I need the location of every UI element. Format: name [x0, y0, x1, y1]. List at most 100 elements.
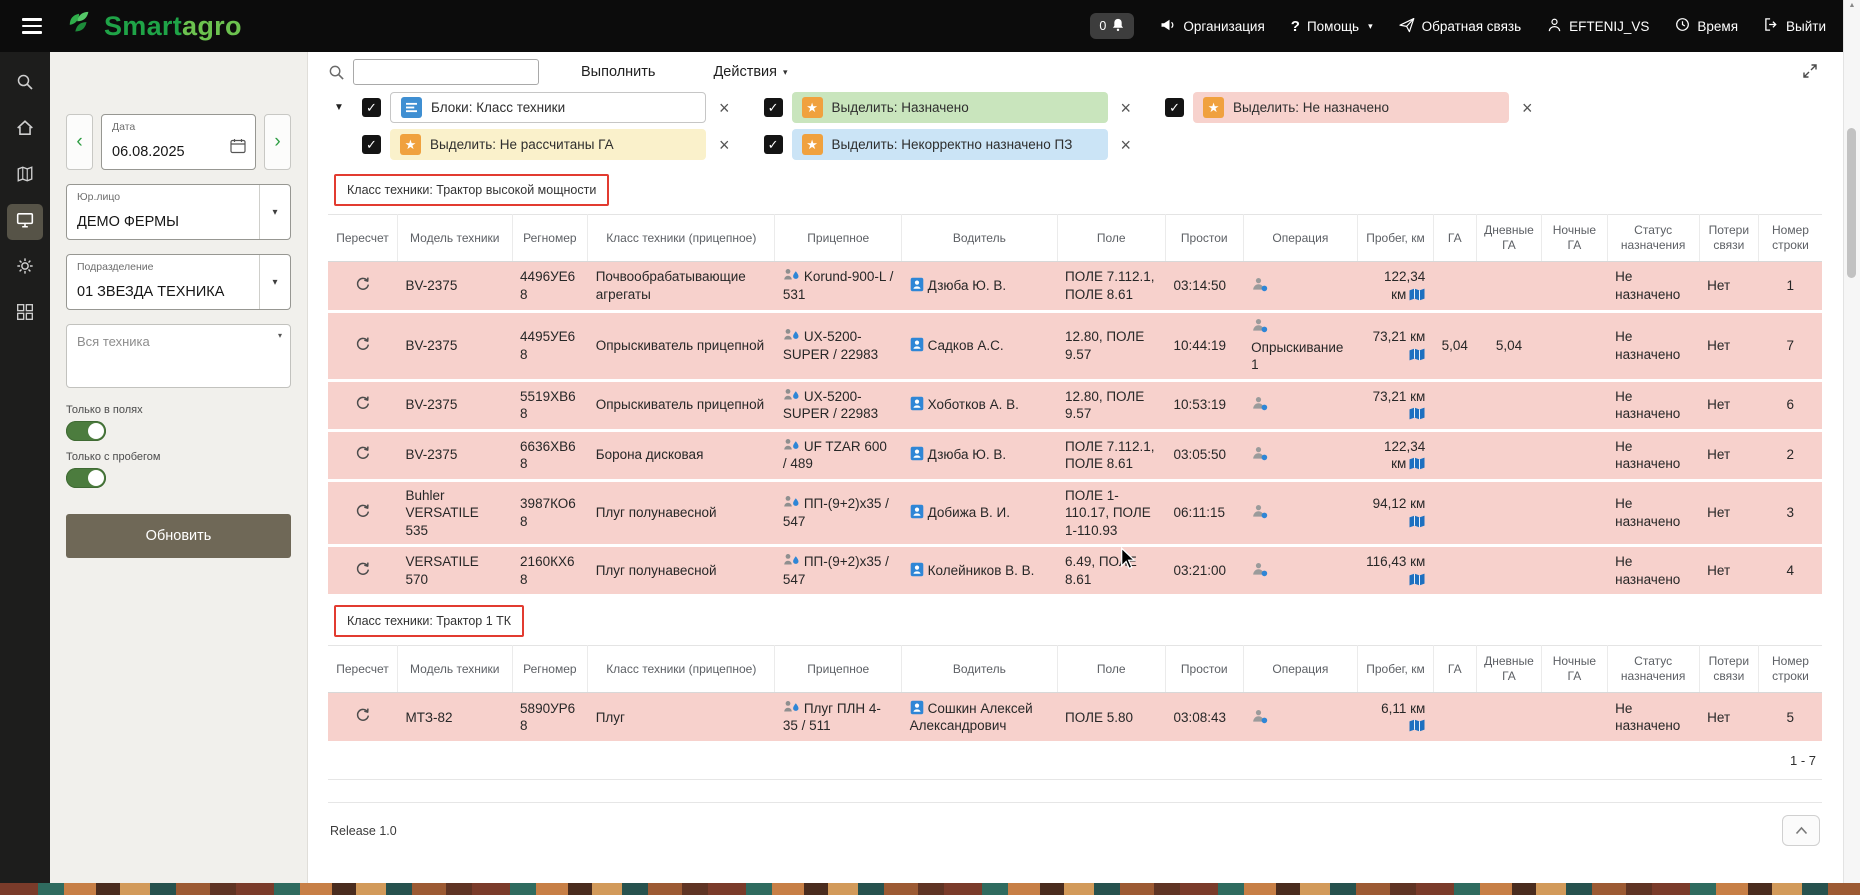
table-row[interactable]: BV-23754496УЕ68Почвообрабатывающие агрег… — [328, 262, 1822, 312]
column-header-ga: ГА — [1433, 646, 1476, 693]
toggle-only-with-mileage[interactable] — [66, 468, 106, 488]
recalc-icon[interactable] — [355, 276, 371, 292]
cell-row_num: 5 — [1758, 693, 1822, 743]
execute-button[interactable]: Выполнить — [581, 64, 655, 80]
calendar-icon[interactable] — [230, 138, 246, 159]
nav-time[interactable]: Время — [1675, 17, 1738, 35]
cell-operation — [1243, 480, 1358, 546]
filter-chips-area: ▼ ✓ Блоки: Класс техники × ✓ ★Выделить: Назн… — [328, 92, 1822, 160]
cell-reg: 4496УЕ68 — [512, 262, 588, 312]
table-row[interactable]: Buhler VERSATILE 5353987КО68Плуг полунав… — [328, 480, 1822, 546]
date-label: Дата — [112, 121, 135, 133]
filter-chip[interactable]: ★Выделить: Назначено — [792, 92, 1108, 123]
filter-chip[interactable]: ★Выделить: Не рассчитаны ГА — [390, 129, 706, 160]
chip-close-button[interactable]: × — [1121, 99, 1132, 117]
operation-icon — [1251, 277, 1268, 292]
cell-status: Не назначено — [1607, 312, 1699, 381]
scrollbar-thumb[interactable] — [1847, 128, 1856, 278]
equipment-filter-select[interactable]: Вся техника ▾ — [66, 324, 291, 388]
chevron-down-icon[interactable]: ▾ — [259, 185, 290, 239]
filter-checkbox[interactable]: ✓ — [764, 98, 783, 117]
menu-button[interactable] — [18, 14, 46, 38]
update-button[interactable]: Обновить — [66, 514, 291, 558]
chip-close-button[interactable]: × — [719, 136, 730, 154]
prev-date-button[interactable]: ‹ — [66, 114, 93, 170]
sidebar-item-monitoring[interactable] — [7, 204, 43, 240]
driver-icon — [910, 396, 924, 411]
cell-status: Не назначено — [1607, 380, 1699, 430]
division-select[interactable]: Подразделение 01 ЗВЕЗДА ТЕХНИКА ▾ — [66, 254, 291, 310]
scroll-up-button[interactable]: ▲ — [1844, 2, 1860, 9]
chevron-down-icon[interactable]: ▾ — [259, 255, 290, 309]
filter-checkbox[interactable]: ✓ — [362, 135, 381, 154]
sidebar-item-home[interactable] — [7, 112, 43, 148]
star-icon: ★ — [802, 97, 823, 118]
cell-idle: 10:53:19 — [1165, 380, 1243, 430]
sidebar-item-search[interactable] — [7, 66, 43, 102]
fullscreen-button[interactable] — [1798, 59, 1822, 86]
cell-trailer_class: Борона дисковая — [588, 430, 775, 480]
filter-chip[interactable]: Блоки: Класс техники — [390, 92, 706, 123]
entity-select[interactable]: Юр.лицо ДЕМО ФЕРМЫ ▾ — [66, 184, 291, 240]
table-row[interactable]: VERSATILE 5702160КХ68Плуг полунавеснойПП… — [328, 546, 1822, 596]
next-date-button[interactable]: › — [264, 114, 291, 170]
recalc-icon[interactable] — [355, 503, 371, 519]
section-title: Класс техники: Трактор высокой мощности — [334, 174, 609, 206]
sidebar-item-settings[interactable] — [7, 250, 43, 286]
recalc-icon[interactable] — [355, 707, 371, 723]
collapse-icon[interactable]: ▼ — [328, 102, 350, 113]
cell-field: 12.80, ПОЛЕ 9.57 — [1057, 380, 1165, 430]
sidebar-item-tables[interactable] — [7, 296, 43, 332]
recalc-icon[interactable] — [355, 445, 371, 461]
chip-close-button[interactable]: × — [1121, 136, 1132, 154]
scrollbar: ▲ — [1843, 0, 1860, 883]
filter-checkbox[interactable]: ✓ — [764, 135, 783, 154]
nav-user[interactable]: EFTENIJ_VS — [1547, 17, 1649, 36]
map-route-icon — [1409, 457, 1425, 470]
cell-reg: 5890УР68 — [512, 693, 588, 743]
column-header-driver: Водитель — [902, 646, 1057, 693]
content-toolbar: Выполнить Действия ▾ — [328, 52, 1822, 92]
cell-recalc — [328, 380, 398, 430]
filter-checkbox[interactable]: ✓ — [1165, 98, 1184, 117]
filter-checkbox[interactable]: ✓ — [362, 98, 381, 117]
cell-status: Не назначено — [1607, 693, 1699, 743]
nav-logout[interactable]: Выйти — [1764, 17, 1826, 35]
table-row[interactable]: BV-23754495УЕ68Опрыскиватель прицепнойUX… — [328, 312, 1822, 381]
column-header-mileage: Пробег, км — [1358, 646, 1434, 693]
nav-feedback[interactable]: Обратная связь — [1399, 17, 1521, 36]
cell-night_ga — [1542, 430, 1607, 480]
filter-chip[interactable]: ★Выделить: Не назначено — [1193, 92, 1509, 123]
column-header-trailer: Прицепное — [775, 215, 902, 262]
cell-driver: Колейников В. В. — [902, 546, 1057, 596]
column-header-model: Модель техники — [398, 215, 513, 262]
notifications-button[interactable]: 0 — [1090, 13, 1134, 39]
nav-organization[interactable]: Организация — [1160, 17, 1264, 36]
app-logo[interactable]: Smartagro — [64, 10, 242, 43]
operation-icon — [1251, 396, 1268, 411]
sidebar-item-map[interactable] — [7, 158, 43, 194]
column-header-night_ga: Ночные ГА — [1542, 215, 1607, 262]
feedback-icon — [1399, 17, 1415, 36]
table-row[interactable]: BV-23755519ХВ68Опрыскиватель прицепнойUX… — [328, 380, 1822, 430]
table-row[interactable]: BV-23756636ХВ68Борона дисковаяUF TZAR 60… — [328, 430, 1822, 480]
nav-help[interactable]: ? Помощь ▾ — [1291, 18, 1373, 35]
chip-close-button[interactable]: × — [1522, 99, 1533, 117]
actions-dropdown[interactable]: Действия ▾ — [713, 64, 787, 80]
filter-chip[interactable]: ★Выделить: Некорректно назначено ПЗ — [792, 129, 1108, 160]
driver-icon — [910, 337, 924, 352]
search-input[interactable] — [353, 59, 539, 85]
cell-ga — [1433, 430, 1476, 480]
recalc-icon[interactable] — [355, 336, 371, 352]
column-header-trailer: Прицепное — [775, 646, 902, 693]
recalc-icon[interactable] — [355, 561, 371, 577]
division-value: 01 ЗВЕЗДА ТЕХНИКА — [77, 284, 224, 300]
table-row[interactable]: МТЗ-825890УР68ПлугПлуг ПЛН 4-35 / 511Сош… — [328, 693, 1822, 743]
scroll-top-button[interactable] — [1782, 815, 1820, 846]
recalc-icon[interactable] — [355, 395, 371, 411]
chip-close-button[interactable]: × — [719, 99, 730, 117]
division-label: Подразделение — [77, 261, 154, 273]
date-field[interactable]: Дата 06.08.2025 — [101, 114, 256, 170]
toggle-only-in-fields[interactable] — [66, 421, 106, 441]
cell-mileage: 122,34 км — [1358, 262, 1434, 312]
